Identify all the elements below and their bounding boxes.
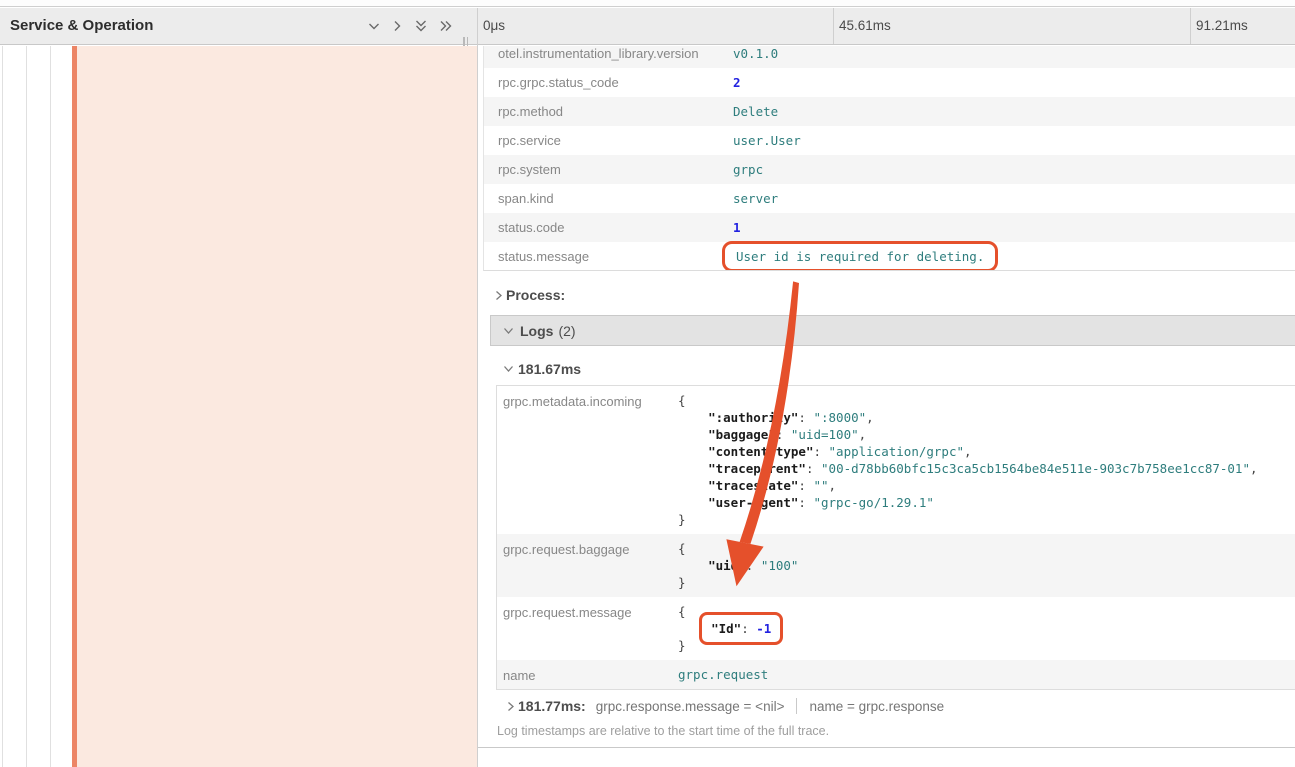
tag-row: rpc.grpc.status_code2 <box>484 68 1295 97</box>
logs-footnote: Log timestamps are relative to the start… <box>497 724 829 738</box>
expand-one-icon[interactable] <box>391 18 404 34</box>
log-field-row: namegrpc.request <box>497 660 1295 689</box>
tag-value: 1 <box>733 220 1295 235</box>
process-label: Process: <box>506 287 565 303</box>
annotation-highlight-box: User id is required for deleting. <box>722 241 998 271</box>
chevron-right-icon <box>502 701 518 712</box>
log-timestamp: 181.67ms <box>518 361 581 377</box>
log-field-row: grpc.request.baggage{ "uid": "100"} <box>497 534 1295 597</box>
log-field-value: { "Id": -1} <box>678 603 1295 654</box>
tag-key: rpc.grpc.status_code <box>484 75 733 90</box>
tag-value: Delete <box>733 104 1295 119</box>
indent-guide <box>2 46 3 767</box>
tag-key: rpc.service <box>484 133 733 148</box>
collapse-one-icon[interactable] <box>366 18 382 34</box>
ruler-tick-0: 0μs <box>483 18 505 33</box>
indent-guide <box>50 46 51 767</box>
log-timestamp: 181.77ms: <box>518 698 586 714</box>
top-scroll-strip <box>0 0 1295 7</box>
tag-key: rpc.system <box>484 162 733 177</box>
tag-row: rpc.systemgrpc <box>484 155 1295 184</box>
logs-count: (2) <box>558 323 575 339</box>
log-entry-header-expanded[interactable]: 181.67ms <box>490 352 581 385</box>
annotation-highlight-box: "Id": -1 <box>699 612 783 645</box>
detail-bottom-divider <box>478 747 1295 748</box>
log-field-value: grpc.request <box>678 666 1295 683</box>
log-entry-header-collapsed[interactable]: 181.77ms: grpc.response.message = <nil> … <box>490 692 944 720</box>
ruler-tick-2: 91.21ms <box>1196 18 1248 33</box>
tag-value: server <box>733 191 1295 206</box>
service-operation-title: Service & Operation <box>10 17 153 34</box>
chevron-right-icon <box>490 290 506 301</box>
expand-all-icon[interactable] <box>438 18 454 34</box>
timeline-header: Service & Operation 0μs 45.61ms 91.21ms <box>0 8 1295 45</box>
field-divider <box>796 698 797 714</box>
process-accordion[interactable]: Process: <box>490 280 565 310</box>
logs-accordion-header[interactable]: Logs (2) <box>490 315 1295 346</box>
service-operation-header: Service & Operation <box>0 8 477 44</box>
tag-key: status.message <box>484 249 733 264</box>
tag-key: rpc.method <box>484 104 733 119</box>
panel-splitter[interactable] <box>477 8 478 767</box>
tag-key: span.kind <box>484 191 733 206</box>
tag-row: otel.instrumentation_library.versionv0.1… <box>484 46 1295 68</box>
collapse-all-icon[interactable] <box>413 18 429 34</box>
log-field-key: grpc.request.message <box>497 603 678 620</box>
tag-value: user.User <box>733 133 1295 148</box>
ruler-tick-1: 45.61ms <box>839 18 891 33</box>
log-field-value: { "uid": "100"} <box>678 540 1295 591</box>
tag-value: v0.1.0 <box>733 46 1295 61</box>
logs-label: Logs <box>520 323 553 339</box>
chevron-down-icon <box>500 363 516 374</box>
tag-row: status.code1 <box>484 213 1295 242</box>
column-resize-handle[interactable] <box>463 33 470 42</box>
tags-table-body: otel.instrumentation_library.versionv0.1… <box>484 46 1295 271</box>
log-summary-field: grpc.response.message = <nil> <box>596 699 785 714</box>
span-detail-panel: otel.instrumentation_library.versionv0.1… <box>478 46 1295 767</box>
tag-key: otel.instrumentation_library.version <box>484 46 733 61</box>
tags-table: otel.instrumentation_library.versionv0.1… <box>483 46 1295 271</box>
tag-key: status.code <box>484 220 733 235</box>
timeline-ruler: 0μs 45.61ms 91.21ms <box>477 8 1295 44</box>
log-field-row: grpc.metadata.incoming{ ":authority": ":… <box>497 386 1295 534</box>
log-fields-table: grpc.metadata.incoming{ ":authority": ":… <box>496 385 1295 690</box>
chevron-down-icon <box>500 325 516 336</box>
ruler-tick-line <box>1190 8 1191 44</box>
tag-value: 2 <box>733 75 1295 90</box>
log-field-key: name <box>497 666 678 683</box>
tag-row: rpc.serviceuser.User <box>484 126 1295 155</box>
log-field-value: { ":authority": ":8000", "baggage": "uid… <box>678 392 1295 528</box>
log-summary-field: name = grpc.response <box>809 699 944 714</box>
log-field-key: grpc.request.baggage <box>497 540 678 557</box>
indent-guide <box>26 46 27 767</box>
span-tree-panel <box>0 46 477 767</box>
log-field-key: grpc.metadata.incoming <box>497 392 678 409</box>
tag-row: span.kindserver <box>484 184 1295 213</box>
tag-value: grpc <box>733 162 1295 177</box>
tag-row: rpc.methodDelete <box>484 97 1295 126</box>
ruler-tick-line <box>833 8 834 44</box>
selected-span-row-highlight[interactable] <box>77 46 477 767</box>
log-field-row: grpc.request.message{ "Id": -1} <box>497 597 1295 660</box>
tag-value: User id is required for deleting. <box>733 249 1295 264</box>
tag-row: status.messageUser id is required for de… <box>484 242 1295 271</box>
